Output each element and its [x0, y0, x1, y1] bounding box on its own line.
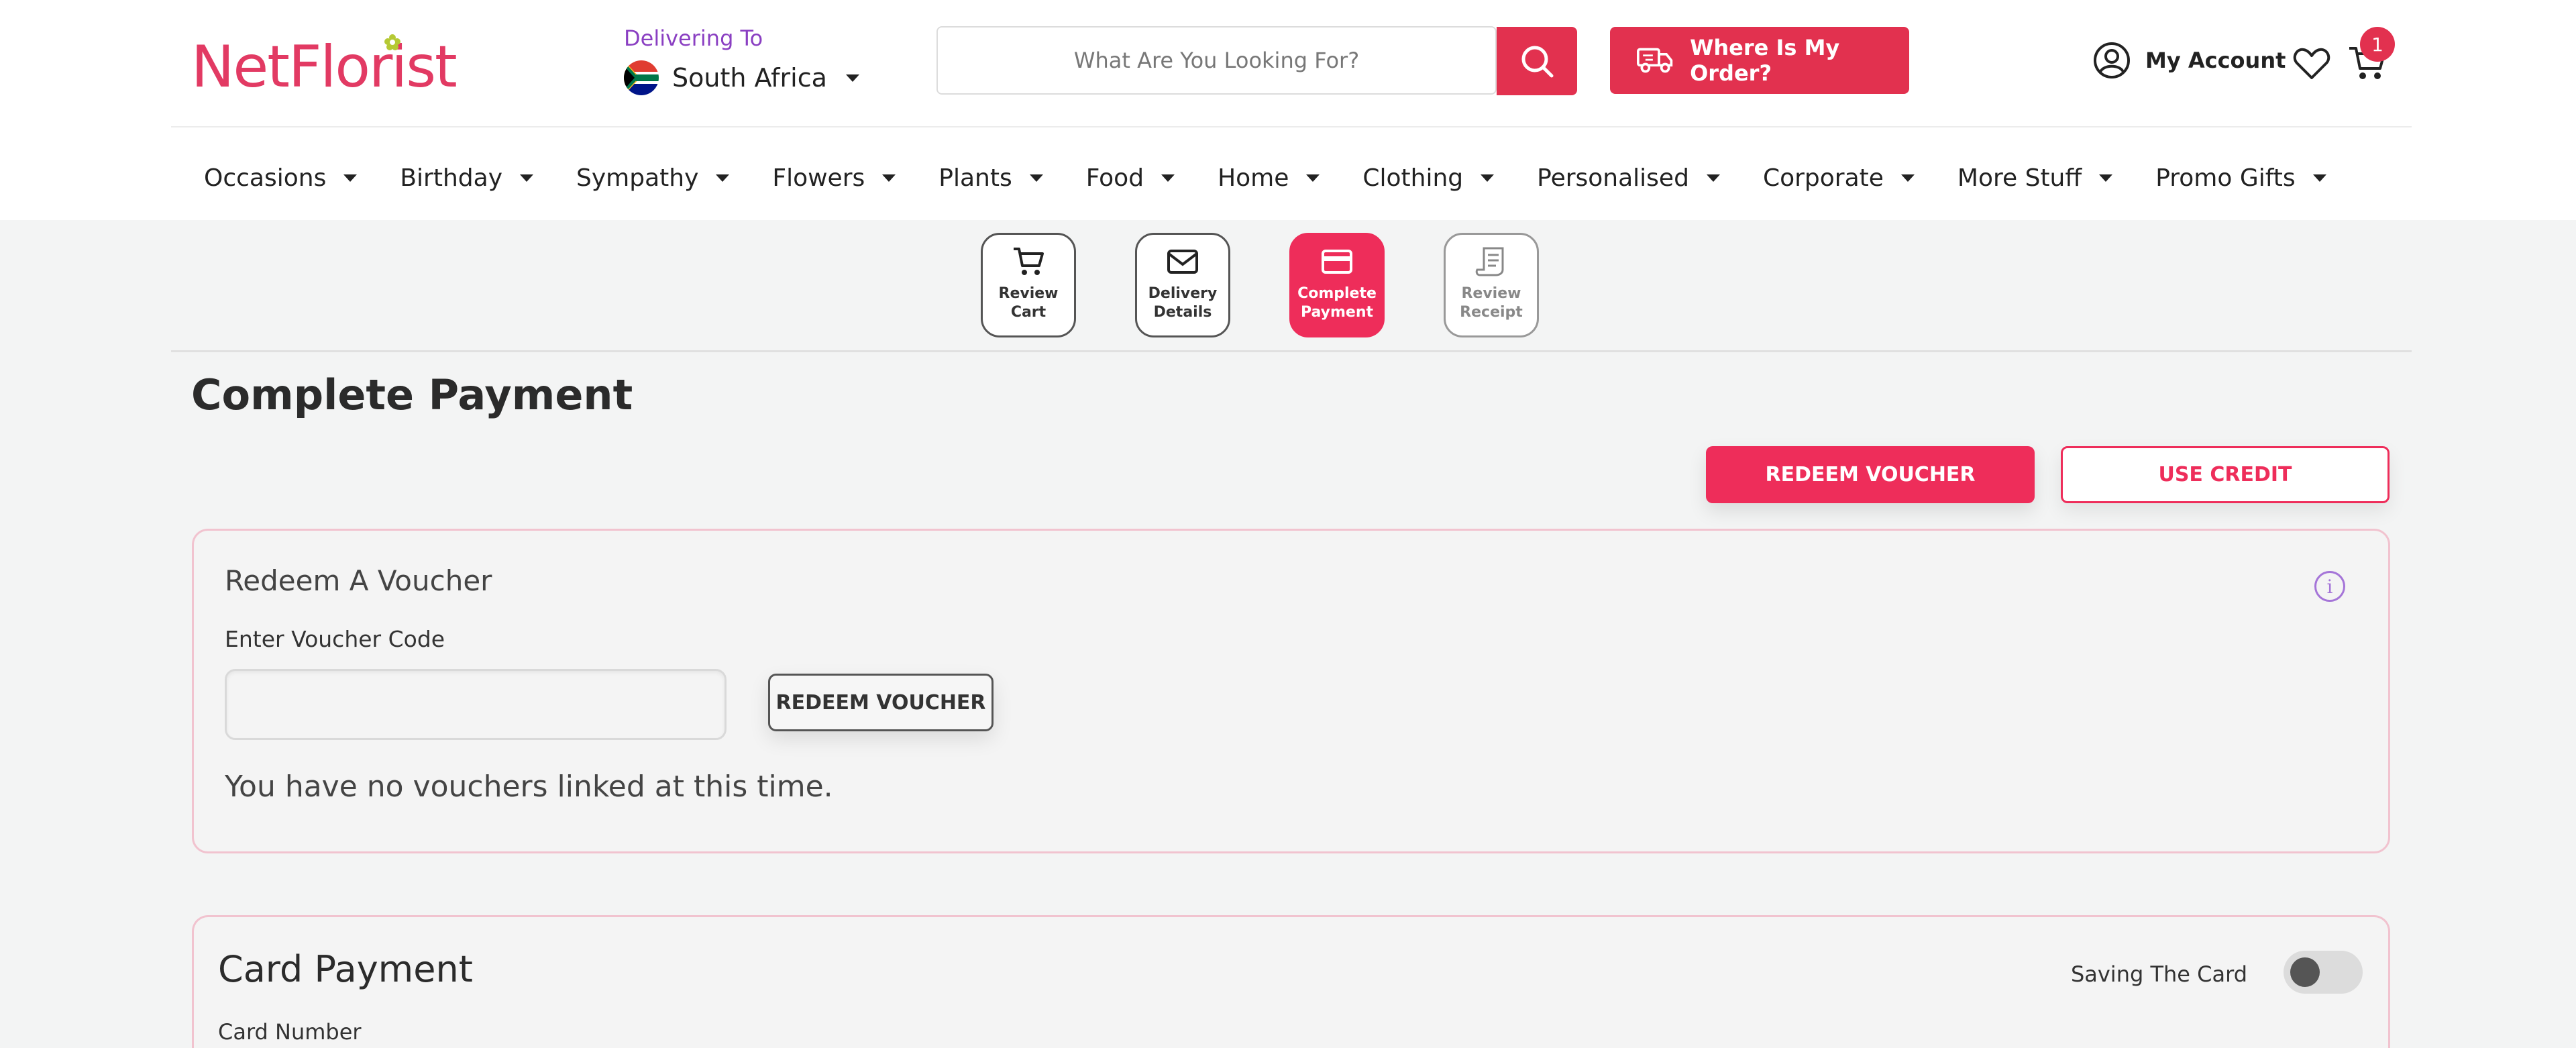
nav-label: Promo Gifts — [2155, 164, 2296, 192]
cart-icon — [1014, 248, 1044, 275]
nav-item-personalised[interactable]: Personalised — [1537, 164, 1720, 192]
nav-label: Home — [1218, 164, 1289, 192]
card-payment-title: Card Payment — [218, 948, 473, 990]
nav-item-birthday[interactable]: Birthday — [400, 164, 533, 192]
step-label: Delivery Details — [1148, 285, 1218, 321]
use-credit-tab-button[interactable]: USE CREDIT — [2061, 446, 2390, 503]
nav-label: Personalised — [1537, 164, 1689, 192]
delivery-truck-icon — [1637, 48, 1673, 73]
search-button[interactable] — [1497, 27, 1577, 95]
nav-label: Corporate — [1762, 164, 1884, 192]
country-name: South Africa — [672, 63, 827, 93]
where-is-my-order-label: Where Is My Order? — [1690, 35, 1840, 86]
netflorist-logo[interactable]: NetFlorist — [191, 34, 458, 101]
step-label: Complete Payment — [1297, 285, 1377, 321]
my-account-label: My Account — [2145, 48, 2286, 73]
chevron-down-icon — [845, 74, 859, 82]
south-africa-flag-icon — [624, 60, 659, 95]
chevron-down-icon — [2312, 174, 2326, 182]
card-number-label: Card Number — [218, 1019, 362, 1045]
receipt-icon — [1475, 247, 1504, 276]
info-icon[interactable]: i — [2314, 571, 2345, 602]
voucher-code-input[interactable] — [225, 669, 727, 740]
nav-label: Plants — [938, 164, 1012, 192]
nav-item-clothing[interactable]: Clothing — [1362, 164, 1495, 192]
step-delivery-details[interactable]: Delivery Details — [1135, 233, 1230, 337]
chevron-down-icon — [1029, 174, 1043, 182]
nav-item-more-stuff[interactable]: More Stuff — [1957, 164, 2113, 192]
site-header: NetFlorist Delivering To South Africa Wh… — [0, 0, 2576, 220]
envelope-icon — [1167, 250, 1198, 274]
chevron-down-icon — [343, 174, 358, 182]
main-navigation: Occasions Birthday Sympathy Flowers Plan… — [204, 154, 2369, 201]
user-icon — [2094, 42, 2130, 78]
redeem-voucher-button[interactable]: REDEEM VOUCHER — [768, 674, 994, 731]
country-selector[interactable]: South Africa — [624, 59, 865, 97]
delivering-to-label: Delivering To — [624, 25, 763, 51]
checkout-steps: Review Cart Delivery Details Complete Pa… — [981, 233, 1598, 337]
nav-label: Birthday — [400, 164, 502, 192]
page-title: Complete Payment — [191, 370, 633, 419]
nav-item-plants[interactable]: Plants — [938, 164, 1043, 192]
where-is-my-order-button[interactable]: Where Is My Order? — [1610, 27, 1909, 94]
nav-item-home[interactable]: Home — [1218, 164, 1320, 192]
no-vouchers-message: You have no vouchers linked at this time… — [225, 770, 833, 804]
save-card-label: Saving The Card — [2070, 961, 2247, 987]
chevron-down-icon — [1900, 174, 1915, 182]
search-box[interactable] — [936, 26, 1497, 95]
nav-label: Food — [1085, 164, 1144, 192]
step-review-receipt: Review Receipt — [1444, 233, 1539, 337]
voucher-card-title: Redeem A Voucher — [225, 564, 492, 597]
chevron-down-icon — [1481, 174, 1495, 182]
nav-label: Sympathy — [576, 164, 699, 192]
chevron-down-icon — [716, 174, 730, 182]
redeem-voucher-card: Redeem A Voucher i Enter Voucher Code RE… — [192, 529, 2390, 853]
nav-item-corporate[interactable]: Corporate — [1763, 164, 1915, 192]
nav-item-occasions[interactable]: Occasions — [204, 164, 358, 192]
chevron-down-icon — [520, 174, 533, 182]
step-complete-payment[interactable]: Complete Payment — [1289, 233, 1385, 337]
step-review-cart[interactable]: Review Cart — [981, 233, 1076, 337]
nav-label: Occasions — [204, 164, 327, 192]
chevron-down-icon — [882, 174, 896, 182]
redeem-voucher-tab-button[interactable]: REDEEM VOUCHER — [1706, 446, 2035, 503]
chevron-down-icon — [1706, 174, 1720, 182]
chevron-down-icon — [1306, 174, 1320, 182]
nav-label: Flowers — [772, 164, 865, 192]
step-label: Review Receipt — [1460, 285, 1523, 321]
search-input[interactable] — [938, 28, 1495, 93]
nav-item-food[interactable]: Food — [1086, 164, 1175, 192]
nav-item-flowers[interactable]: Flowers — [772, 164, 896, 192]
search-icon — [1521, 46, 1554, 78]
nav-label: More Stuff — [1957, 164, 2082, 192]
my-account-link[interactable]: My Account — [2093, 40, 2286, 81]
cart-count-badge: 1 — [2360, 27, 2395, 62]
nav-item-promo-gifts[interactable]: Promo Gifts — [2155, 164, 2326, 192]
card-payment-card: Card Payment Saving The Card Card Number — [192, 915, 2390, 1048]
step-label: Review Cart — [998, 285, 1059, 321]
credit-card-icon — [1322, 250, 1352, 274]
chevron-down-icon — [2099, 174, 2113, 182]
wishlist-heart-icon[interactable] — [2293, 47, 2330, 81]
chevron-down-icon — [1161, 174, 1175, 182]
nav-item-sympathy[interactable]: Sympathy — [576, 164, 730, 192]
toggle-knob — [2290, 957, 2320, 987]
logo-flower-icon — [384, 34, 400, 50]
section-divider — [171, 350, 2412, 352]
delivery-location[interactable]: Delivering To South Africa — [624, 25, 859, 95]
voucher-code-label: Enter Voucher Code — [225, 626, 445, 652]
save-card-toggle[interactable] — [2284, 951, 2363, 994]
nav-label: Clothing — [1362, 164, 1464, 192]
